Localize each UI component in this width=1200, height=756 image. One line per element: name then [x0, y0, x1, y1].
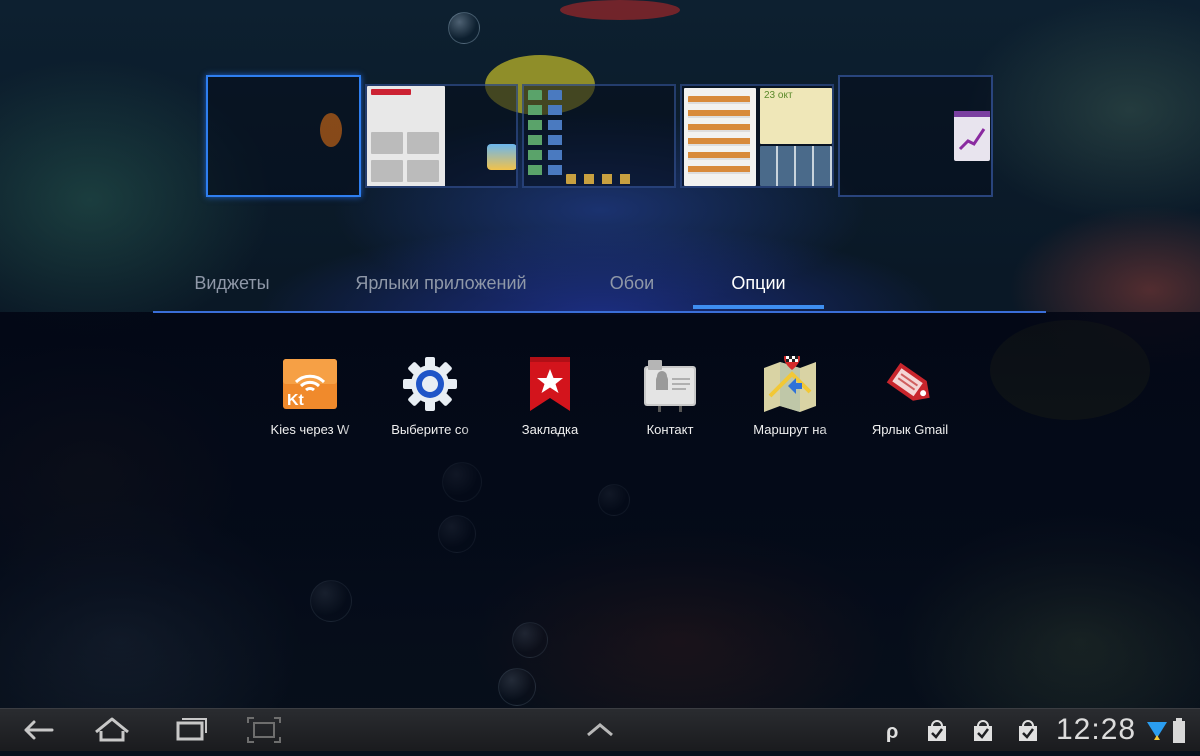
bookmark-icon	[522, 356, 578, 412]
screenshot-button[interactable]	[242, 709, 286, 751]
back-button[interactable]	[18, 709, 62, 751]
shortcut-bookmark[interactable]: Закладка	[490, 352, 610, 442]
news-block	[407, 160, 439, 182]
home-page-1-thumbnail[interactable]	[206, 75, 361, 197]
shortcut-directions[interactable]: Маршрут на	[730, 350, 850, 442]
home-page-3-thumbnail[interactable]	[522, 84, 676, 188]
tab-wallpapers[interactable]: Обои	[585, 270, 679, 312]
home-page-4-thumbnail[interactable]: 23 окт	[680, 84, 834, 188]
contact-icon	[642, 356, 698, 412]
recent-apps-button[interactable]	[168, 709, 212, 751]
active-tab-indicator	[693, 305, 824, 309]
screenshot-icon	[247, 717, 281, 743]
home-page-2-thumbnail[interactable]	[365, 84, 518, 188]
shortcut-label: Контакт	[646, 422, 694, 437]
status-clock[interactable]: 12:28	[1056, 713, 1136, 747]
shortcut-label: Закладка	[521, 422, 579, 437]
tab-widgets[interactable]: Виджеты	[176, 270, 288, 312]
weather-icon	[487, 144, 516, 170]
shortcut-settings[interactable]: Выберите со	[370, 352, 490, 442]
shortcut-kies-wifi[interactable]: Kt Kies через W	[250, 352, 370, 442]
tabs-divider	[153, 311, 1046, 313]
home-pages-strip: 23 окт	[0, 0, 1200, 210]
mini-apps-tray-button[interactable]	[580, 709, 620, 751]
market-download-icon[interactable]	[926, 720, 948, 747]
svg-text:Kt: Kt	[287, 392, 305, 409]
notification-p-icon[interactable]: ρ	[884, 720, 904, 747]
market-download-icon[interactable]	[1017, 720, 1039, 747]
app-icon-column	[548, 90, 562, 178]
shortcut-gmail-label[interactable]: Ярлык Gmail	[850, 352, 970, 442]
recent-apps-icon	[176, 718, 207, 741]
calendar-date: 23 окт	[764, 90, 793, 101]
photo-grid	[760, 146, 832, 186]
dock-icons	[566, 174, 638, 184]
chevron-up-icon	[587, 723, 613, 737]
news-block	[371, 132, 403, 154]
feed-lines	[688, 96, 750, 180]
shortcut-label: Kies через W	[270, 422, 350, 437]
app-icon-column	[528, 90, 542, 178]
finance-widget	[954, 111, 990, 161]
settings-gear-icon	[402, 356, 458, 412]
news-block	[371, 160, 403, 182]
wifi-signal-icon[interactable]	[1146, 718, 1168, 749]
tab-app-shortcuts[interactable]: Ярлыки приложений	[330, 270, 552, 312]
kies-wifi-icon: Kt	[282, 356, 338, 412]
shortcut-contact[interactable]: Контакт	[610, 352, 730, 442]
shortcut-label: Ярлык Gmail	[871, 422, 949, 437]
home-icon	[95, 717, 129, 742]
battery-icon	[1172, 718, 1186, 749]
shortcut-label: Выберите со	[391, 422, 469, 437]
svg-text:ρ: ρ	[886, 721, 898, 742]
clownfish	[320, 113, 342, 147]
gmail-label-icon	[882, 356, 938, 412]
news-header	[371, 89, 411, 95]
home-page-5-thumbnail[interactable]	[838, 75, 993, 197]
back-arrow-icon	[24, 720, 54, 740]
market-download-icon[interactable]	[972, 720, 994, 747]
system-bar: ρ 12:28	[0, 708, 1200, 751]
maps-directions-icon	[762, 350, 818, 412]
shortcut-label: Маршрут на	[753, 422, 827, 437]
news-block	[407, 132, 439, 154]
home-button[interactable]	[90, 709, 134, 751]
